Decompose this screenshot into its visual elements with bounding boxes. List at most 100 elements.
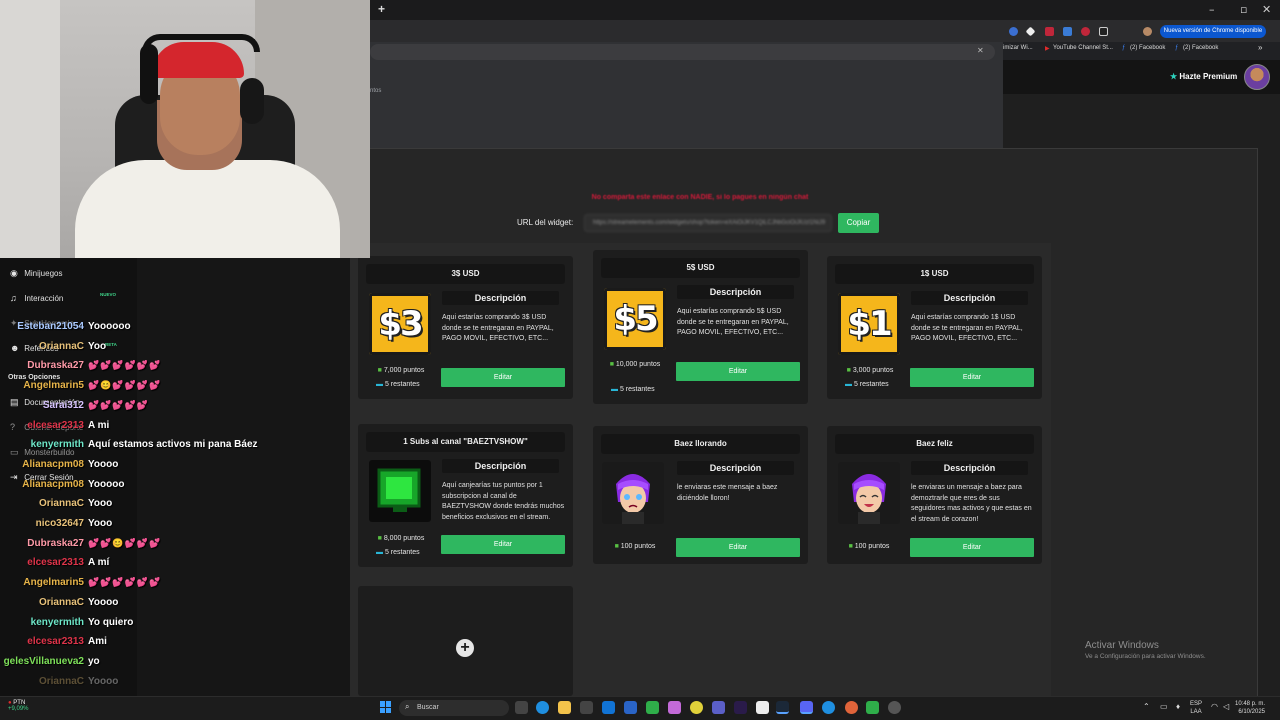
bookmark-item[interactable]: rimizar Wi...: [1001, 45, 1033, 51]
app-icon[interactable]: [668, 701, 681, 714]
volume-icon[interactable]: ◁: [1223, 702, 1229, 711]
premium-link[interactable]: ★ Hazte Premium: [1170, 72, 1237, 81]
cart-icon: ▬: [376, 381, 383, 388]
reward-card: 1 Subs al canal "BAEZTVSHOW" Descripción…: [358, 424, 573, 567]
extension-icon[interactable]: [1063, 27, 1072, 36]
file-explorer-icon[interactable]: [558, 701, 571, 714]
reward-stock: ▬ 5 restantes: [845, 381, 889, 388]
reward-title: 3$ USD: [366, 264, 565, 284]
reward-description: le enviaras este mensaje a baez diciéndo…: [677, 484, 778, 502]
clock[interactable]: 10:48 p. m. 6/10/2025: [1235, 700, 1265, 716]
bookmark-item[interactable]: ƒ (2) Facebook: [1122, 45, 1165, 51]
edit-button[interactable]: Editar: [910, 368, 1034, 387]
microphone-icon[interactable]: ♦: [1176, 702, 1180, 711]
user-avatar[interactable]: [1244, 64, 1270, 90]
tray-chevron-icon[interactable]: ⌃: [1143, 702, 1150, 711]
outlook-icon[interactable]: [602, 701, 615, 714]
chat-message: elcesar2313 A mi: [0, 420, 109, 431]
xbox-icon[interactable]: [646, 701, 659, 714]
edit-button[interactable]: Editar: [441, 535, 565, 554]
coins-icon: ■: [614, 543, 619, 550]
maximize-button[interactable]: ▫: [1240, 3, 1247, 16]
app-icon[interactable]: [624, 701, 637, 714]
chat-message: Angelmarin5 💕😊💕💕💕💕: [0, 380, 161, 391]
chat-message: OriannaC Yoooo: [0, 676, 118, 687]
reward-card: 5$ USD $5 Descripción Aqui estarías comp…: [593, 250, 808, 404]
description-heading: Descripción: [442, 291, 559, 305]
close-window-button[interactable]: ✕: [1262, 3, 1271, 16]
wall-background: [0, 0, 60, 258]
copy-button[interactable]: Copiar: [838, 213, 879, 233]
teams-icon[interactable]: [712, 701, 725, 714]
sidebar-item-interaccion[interactable]: ♫ Interacción: [10, 293, 63, 303]
new-tab-button[interactable]: +: [378, 2, 385, 16]
bookmark-item[interactable]: ƒ (2) Facebook: [1175, 45, 1218, 51]
edge-icon[interactable]: [822, 701, 835, 714]
taskbar-search[interactable]: Buscar: [399, 700, 509, 716]
premiere-icon[interactable]: [734, 701, 747, 714]
activate-windows-subtitle: Ve a Configuración para activar Windows.: [1085, 653, 1206, 660]
add-icon[interactable]: +: [456, 639, 474, 657]
chrome-icon[interactable]: [690, 701, 703, 714]
chat-message: kenyermith Yo quiero: [0, 616, 134, 628]
chat-text: A mi: [88, 419, 110, 431]
reward-image: $1: [838, 293, 900, 355]
chat-text: Yo quiero: [88, 616, 134, 628]
more-bookmarks-icon[interactable]: »: [1258, 43, 1262, 52]
discord-icon[interactable]: [800, 701, 813, 714]
task-view-icon[interactable]: [515, 701, 528, 714]
chat-username: elcesar2313: [27, 419, 84, 431]
extension-icon[interactable]: [1009, 27, 1018, 36]
sidebar-item-minijuegos[interactable]: ◉ Minijuegos: [10, 268, 62, 279]
puzzle-icon[interactable]: [1099, 27, 1108, 36]
windows-start-icon[interactable]: [380, 701, 392, 713]
chat-username: Dubraska27: [27, 537, 84, 549]
edit-button[interactable]: Editar: [910, 538, 1034, 557]
widget-url-field[interactable]: https://streamelements.com/widgets/shop?…: [584, 214, 832, 232]
shirt-print: [170, 228, 260, 242]
profile-avatar-icon[interactable]: [1143, 27, 1152, 36]
steam-icon[interactable]: [776, 701, 789, 714]
store-icon[interactable]: [580, 701, 593, 714]
edge-icon[interactable]: [536, 701, 549, 714]
chat-username: nico32647: [35, 518, 84, 529]
edit-button[interactable]: Editar: [441, 368, 565, 387]
shirt: [75, 160, 340, 258]
app-icon[interactable]: [866, 701, 879, 714]
chat-message: Dubraska27 💕💕💕💕💕💕: [0, 360, 161, 371]
chat-message: Angelmarin5 💕💕💕💕💕💕: [0, 577, 161, 588]
chat-text: Yoo: [88, 340, 107, 352]
extension-icon[interactable]: [1045, 27, 1054, 36]
reward-points: ■ 100 puntos: [614, 543, 656, 550]
sidebar-gutter: [137, 258, 350, 696]
minimize-button[interactable]: –: [1209, 3, 1215, 16]
chrome-update-button[interactable]: Nueva versión de Chrome disponible: [1160, 25, 1266, 38]
chat-text: Yoooo: [88, 675, 119, 687]
site-header: [1003, 60, 1280, 94]
close-icon[interactable]: ✕: [977, 46, 984, 55]
reward-description: le enviaras un mensaje a baez para demoz…: [911, 484, 1032, 523]
reward-stock: ▬ 5 restantes: [611, 386, 655, 393]
notepad-icon[interactable]: [756, 701, 769, 714]
language-indicator[interactable]: ESP LAA: [1190, 700, 1202, 716]
suggestion-fragment[interactable]: ntos: [370, 88, 381, 94]
description-heading: Descripción: [911, 291, 1028, 305]
tray-app-icon[interactable]: ▭: [1160, 702, 1168, 711]
dollar-coin-icon: $1: [838, 293, 900, 355]
edit-button[interactable]: Editar: [676, 362, 800, 381]
wifi-icon[interactable]: ◠: [1211, 702, 1218, 711]
chrome-icon[interactable]: [845, 701, 858, 714]
settings-icon[interactable]: [888, 701, 901, 714]
chat-text: 💕💕💕💕💕💕: [88, 577, 162, 588]
chat-message: OriannaC Yoooo: [0, 597, 118, 608]
extension-icon[interactable]: [1081, 27, 1090, 36]
bookmark-item[interactable]: ▶ YouTube Channel St...: [1045, 45, 1113, 52]
description-heading: Descripción: [442, 459, 559, 473]
chat-username: kenyermith: [30, 439, 84, 451]
reward-description: Aqui estarías comprando 3$ USD donde se …: [442, 314, 554, 342]
stock-widget[interactable]: ● PTN +9,09%: [8, 700, 29, 712]
address-bar[interactable]: [370, 44, 995, 60]
chat-text: Yoooo: [88, 596, 119, 608]
edit-button[interactable]: Editar: [676, 538, 800, 557]
coins-icon: ■: [609, 361, 614, 368]
